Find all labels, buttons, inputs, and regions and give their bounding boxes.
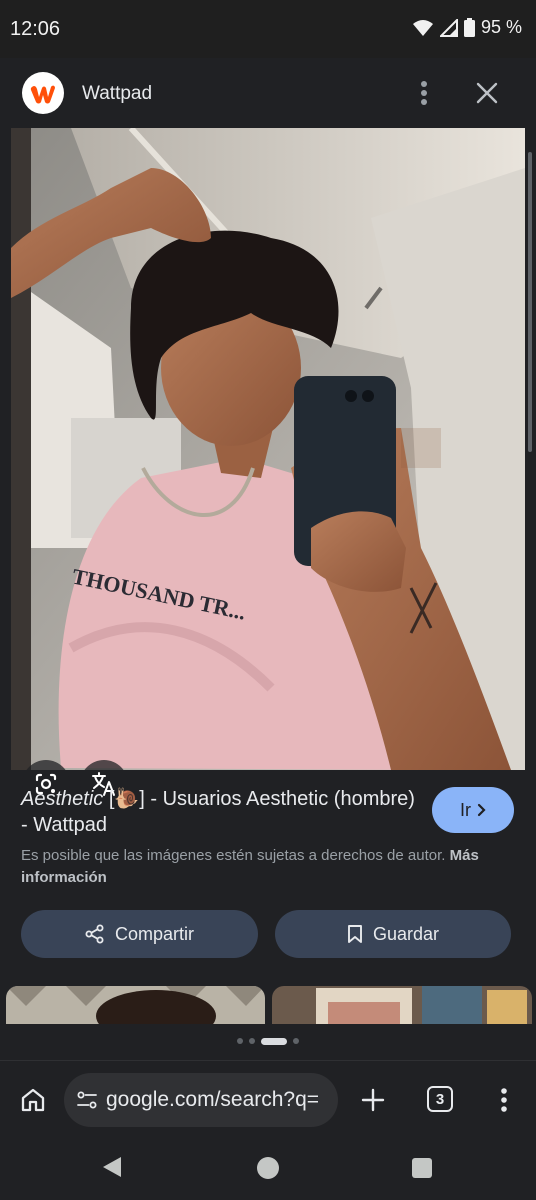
more-vert-icon <box>421 81 427 105</box>
copyright-text: Es posible que las imágenes estén sujeta… <box>21 847 446 864</box>
result-title-link[interactable]: Aesthetic [🐌] - Usuarios Aesthetic (homb… <box>21 786 421 838</box>
address-bar[interactable]: google.com/search?q= <box>64 1073 338 1127</box>
home-button[interactable] <box>16 1083 50 1117</box>
status-bar: 12:06 95 % <box>0 0 536 58</box>
wattpad-w-icon <box>30 85 55 104</box>
share-icon <box>85 924 104 944</box>
related-images-strip <box>0 986 536 1024</box>
carousel-pager <box>0 1034 536 1048</box>
url-text: google.com/search?q= <box>106 1088 320 1111</box>
browser-menu-button[interactable] <box>490 1083 518 1117</box>
mirror-selfie-photo: THOUSAND TR... <box>11 128 525 770</box>
save-button[interactable]: Guardar <box>275 910 511 958</box>
share-button[interactable]: Compartir <box>21 910 258 958</box>
visit-button-label: Ir <box>460 799 471 820</box>
site-settings-icon[interactable] <box>76 1089 98 1111</box>
tab-count: 3 <box>435 1090 445 1108</box>
scrollbar[interactable] <box>528 152 532 452</box>
site-header: Wattpad <box>0 58 536 128</box>
more-vert-icon <box>501 1088 507 1112</box>
home-nav-icon[interactable] <box>257 1157 279 1179</box>
share-button-label: Compartir <box>114 923 194 944</box>
more-options-button[interactable] <box>410 76 438 110</box>
signal-icon <box>439 18 458 37</box>
wifi-icon <box>412 19 433 36</box>
visit-button[interactable]: Ir <box>432 787 514 833</box>
pager-dot <box>237 1038 243 1044</box>
result-image[interactable]: THOUSAND TR... <box>11 128 525 770</box>
close-icon <box>476 82 498 104</box>
pager-dot <box>293 1038 299 1044</box>
wattpad-logo[interactable] <box>22 72 64 114</box>
battery-icon <box>463 18 475 37</box>
result-title-emoji: [🐌] <box>108 788 145 810</box>
tab-switcher-button[interactable]: 3 <box>427 1086 453 1112</box>
site-name[interactable]: Wattpad <box>82 83 152 105</box>
recents-icon[interactable] <box>412 1158 432 1178</box>
pager-dot-active <box>261 1037 287 1045</box>
related-image-thumbnail <box>6 986 265 1024</box>
bookmark-icon <box>348 925 362 943</box>
result-title-italic: Aesthetic <box>21 788 104 810</box>
save-button-label: Guardar <box>372 923 440 944</box>
close-button[interactable] <box>472 78 502 108</box>
system-navigation-bar <box>0 1138 536 1200</box>
related-image[interactable] <box>6 986 265 1024</box>
browser-toolbar: google.com/search?q= 3 <box>0 1060 536 1139</box>
image-viewer-panel: Wattpad THOUSAND TR... Aesthetic [🐌] - U… <box>0 58 536 1060</box>
chevron-right-icon <box>477 803 486 817</box>
status-time: 12:06 <box>10 18 61 40</box>
plus-icon <box>361 1088 385 1112</box>
new-tab-button[interactable] <box>356 1083 390 1117</box>
battery-percent: 95 % <box>480 17 522 37</box>
home-icon <box>21 1088 45 1112</box>
back-icon[interactable] <box>101 1155 123 1179</box>
related-image-thumbnail <box>272 986 532 1024</box>
status-icons: 95 % <box>412 17 522 38</box>
related-image[interactable] <box>272 986 532 1024</box>
pager-dot <box>249 1038 255 1044</box>
copyright-notice: Es posible que las imágenes estén sujeta… <box>21 845 521 889</box>
